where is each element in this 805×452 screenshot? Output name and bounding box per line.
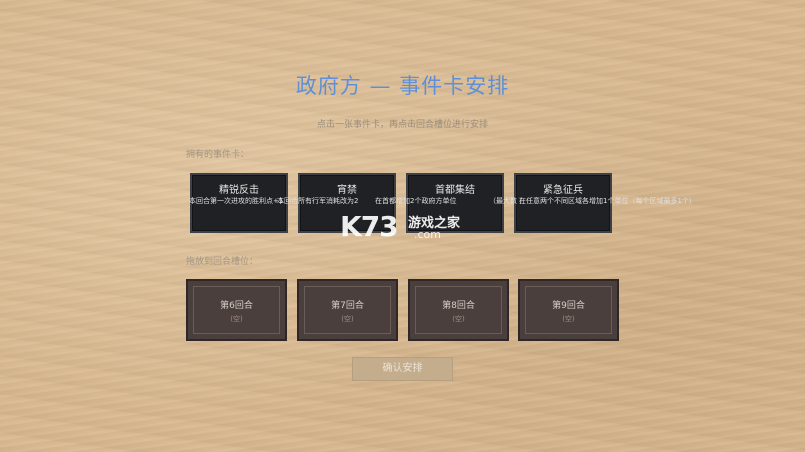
event-card-emergency-draft[interactable]: 紧急征兵 (514, 173, 612, 233)
page-title: 政府方 — 事件卡安排 (295, 74, 510, 98)
slot-label: 第6回合 (220, 301, 253, 311)
slot-empty-text: (空) (341, 315, 354, 323)
card-name: 精锐反击 (219, 185, 259, 196)
turn-slot-8[interactable]: 第8回合 (空) (408, 279, 509, 341)
slot-label: 第8回合 (442, 301, 475, 311)
slot-label: 第9回合 (552, 301, 585, 311)
slots-section-label: 拖放到回合槽位： (186, 257, 259, 267)
slot-empty-text: (空) (562, 315, 575, 323)
slot-label: 第7回合 (331, 301, 364, 311)
turn-slot-7[interactable]: 第7回合 (空) (297, 279, 398, 341)
event-card-curfew[interactable]: 宵禁 (298, 173, 396, 233)
card-name: 首都集结 (435, 185, 475, 196)
slot-empty-text: (空) (452, 315, 465, 323)
event-card-elite-counterattack[interactable]: 精锐反击 (190, 173, 288, 233)
turn-slot-6[interactable]: 第6回合 (空) (186, 279, 287, 341)
game-screen: { "header": { "title": "政府方 — 事件卡安排", "s… (0, 0, 805, 452)
event-card-capital-rally[interactable]: 首都集结 (406, 173, 504, 233)
turn-slot-9[interactable]: 第9回合 (空) (518, 279, 619, 341)
confirm-arrangement-button[interactable]: 确认安排 (352, 357, 453, 381)
card-name: 宵禁 (337, 185, 357, 196)
instruction-text: 点击一张事件卡，再点击回合槽位进行安排 (316, 120, 488, 130)
card-name: 紧急征兵 (543, 185, 583, 196)
slot-empty-text: (空) (230, 315, 243, 323)
hand-section-label: 拥有的事件卡： (186, 150, 250, 160)
